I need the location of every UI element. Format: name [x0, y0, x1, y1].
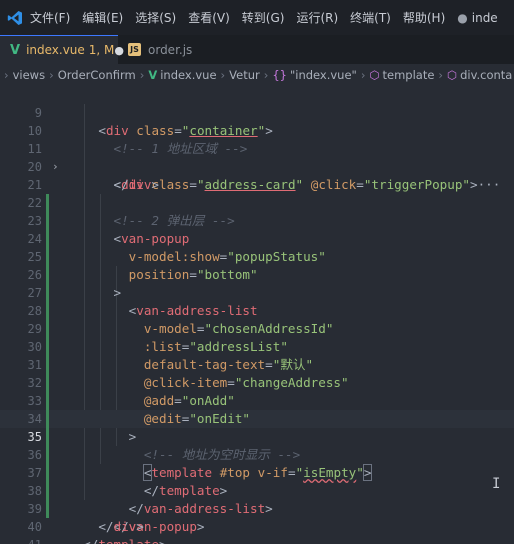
- code-line: 33 >: [0, 374, 514, 444]
- code-line: 37 </van-address-list>: [0, 446, 514, 516]
- menu-terminal[interactable]: 终端(T): [350, 9, 391, 26]
- symbol-icon: ⬡: [369, 68, 380, 82]
- menu-run[interactable]: 运行(R): [296, 9, 338, 26]
- editor-tabs: V index.vue 1, M ● JS order.js: [0, 35, 514, 64]
- code-line: 25 >: [0, 230, 514, 300]
- chevron-right-icon: ›: [360, 68, 366, 82]
- code-line: 39 </div>: [0, 482, 514, 534]
- code-line: 35 <template #top v-if="isEmpty">: [0, 410, 514, 481]
- symbol-icon: ⬡: [447, 68, 458, 82]
- code-line: 26 <van-address-list: [0, 248, 514, 318]
- code-line: 21 <!-- 2 弹出层 -->: [0, 158, 514, 228]
- breadcrumb-item[interactable]: index.vue: [160, 68, 216, 82]
- vue-file-icon: V: [10, 42, 21, 58]
- code-line: 38 </van-popup>: [0, 464, 514, 534]
- menu-bar: 文件(F) 编辑(E) 选择(S) 查看(V) 转到(G) 运行(R) 终端(T…: [30, 9, 510, 26]
- code-line: 41: [0, 518, 514, 544]
- tab-order-js[interactable]: JS order.js: [118, 35, 228, 64]
- code-line: 30 @click-item="changeAddress": [0, 320, 514, 390]
- chevron-right-icon: ›: [139, 68, 145, 82]
- unsaved-dot-icon: ●: [457, 10, 468, 25]
- menu-file[interactable]: 文件(F): [30, 9, 70, 26]
- code-text: </template>: [68, 536, 166, 544]
- chevron-right-icon: ›: [438, 68, 444, 82]
- code-line: 24 position="bottom": [0, 212, 514, 282]
- code-line: 23 v-model:show="popupStatus": [0, 194, 514, 264]
- code-line: 40 </template>: [0, 500, 514, 544]
- chevron-right-icon: ›: [220, 68, 226, 82]
- code-line: 34 <!-- 地址为空时显示 -->: [0, 392, 514, 462]
- code-line: 11 › <div class="address-card" @click="t…: [0, 122, 514, 192]
- breadcrumb: › views › OrderConfirm › V index.vue › V…: [0, 64, 514, 86]
- menu-selection[interactable]: 选择(S): [135, 9, 176, 26]
- breadcrumb-item[interactable]: OrderConfirm: [58, 68, 136, 82]
- tab-label: index.vue: [26, 43, 85, 57]
- code-line: 32 @edit="onEdit": [0, 356, 514, 426]
- tab-label: order.js: [148, 42, 193, 57]
- code-line: 29 default-tag-text="默认": [0, 302, 514, 372]
- breadcrumb-item[interactable]: views: [13, 68, 45, 82]
- chevron-right-icon: ›: [263, 68, 269, 82]
- menu-view[interactable]: 查看(V): [188, 9, 230, 26]
- title-bar: 文件(F) 编辑(E) 选择(S) 查看(V) 转到(G) 运行(R) 终端(T…: [0, 0, 514, 35]
- breadcrumb-item[interactable]: div.conta: [460, 68, 512, 82]
- breadcrumb-item[interactable]: Vetur: [229, 68, 260, 82]
- menu-edit[interactable]: 编辑(E): [82, 9, 123, 26]
- code-line: 31 @add="onAdd": [0, 338, 514, 408]
- breadcrumb-item[interactable]: "index.vue": [290, 68, 357, 82]
- breadcrumb-item[interactable]: template: [383, 68, 435, 82]
- menu-help[interactable]: 帮助(H): [403, 9, 445, 26]
- tab-status: 1, M: [88, 43, 115, 57]
- tab-index-vue[interactable]: V index.vue 1, M ●: [0, 35, 124, 64]
- code-line: 9 <div class="container">: [0, 86, 514, 138]
- js-file-icon: JS: [128, 43, 141, 56]
- menu-go[interactable]: 转到(G): [242, 9, 285, 26]
- vscode-logo-icon: [0, 0, 30, 35]
- code-line: 27 v-model="chosenAddressId": [0, 266, 514, 336]
- window-title: inde: [471, 10, 498, 25]
- text-cursor-icon: I: [492, 476, 501, 492]
- code-line: 36 </template>: [0, 428, 514, 498]
- code-line: 10 <!-- 1 地址区域 -->: [0, 104, 514, 156]
- code-line: 20 </div>: [0, 140, 514, 192]
- code-editor[interactable]: 9 <div class="container"> 10 <!-- 1 地址区域…: [0, 86, 514, 544]
- line-number: 41: [0, 536, 42, 544]
- code-line: 22 <van-popup: [0, 176, 514, 246]
- braces-icon: {}: [272, 68, 287, 82]
- chevron-right-icon: ›: [49, 68, 54, 82]
- code-line: 28 :list="addressList": [0, 284, 514, 354]
- vue-file-icon: V: [148, 68, 158, 82]
- chevron-right-icon: ›: [4, 68, 9, 82]
